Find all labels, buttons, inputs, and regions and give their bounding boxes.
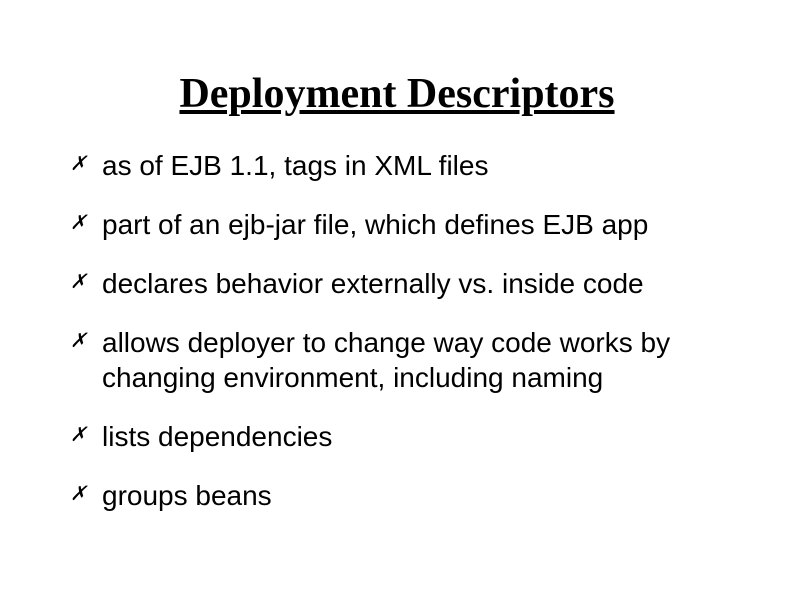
- bullet-list: ✗ as of EJB 1.1, tags in XML files ✗ par…: [70, 148, 724, 513]
- scissors-icon: ✗: [70, 484, 87, 504]
- list-item: ✗ as of EJB 1.1, tags in XML files: [70, 148, 724, 183]
- list-item: ✗ declares behavior externally vs. insid…: [70, 266, 724, 301]
- bullet-text: allows deployer to change way code works…: [102, 327, 670, 393]
- bullet-text: groups beans: [102, 480, 272, 511]
- scissors-icon: ✗: [70, 154, 87, 174]
- slide: Deployment Descriptors ✗ as of EJB 1.1, …: [0, 0, 794, 595]
- scissors-icon: ✗: [70, 272, 87, 292]
- scissors-icon: ✗: [70, 425, 87, 445]
- scissors-icon: ✗: [70, 331, 87, 351]
- list-item: ✗ lists dependencies: [70, 419, 724, 454]
- bullet-text: lists dependencies: [102, 421, 332, 452]
- list-item: ✗ part of an ejb-jar file, which defines…: [70, 207, 724, 242]
- bullet-text: declares behavior externally vs. inside …: [102, 268, 644, 299]
- bullet-text: as of EJB 1.1, tags in XML files: [102, 150, 488, 181]
- scissors-icon: ✗: [70, 213, 87, 233]
- list-item: ✗ allows deployer to change way code wor…: [70, 325, 724, 395]
- slide-title: Deployment Descriptors: [60, 70, 734, 118]
- bullet-text: part of an ejb-jar file, which defines E…: [102, 209, 648, 240]
- list-item: ✗ groups beans: [70, 478, 724, 513]
